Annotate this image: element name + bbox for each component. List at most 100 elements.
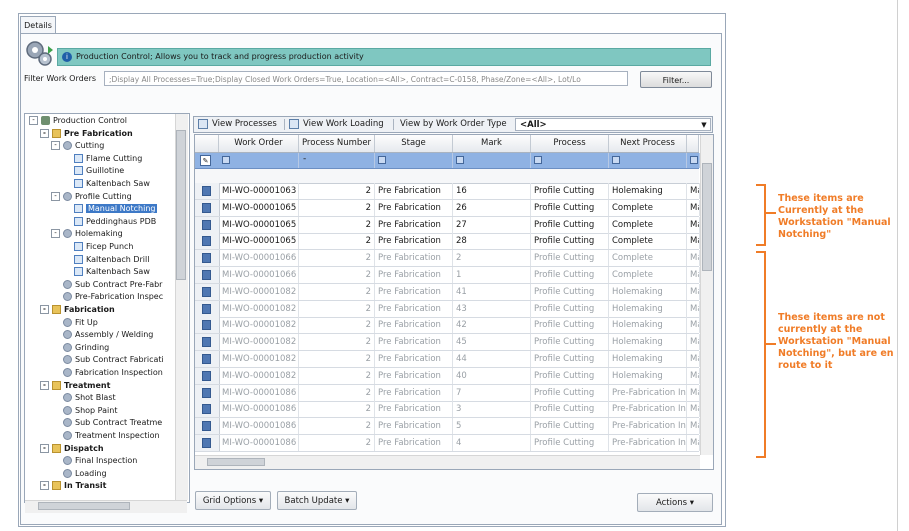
collapse-toggle-icon[interactable]: - [51,229,60,239]
collapse-toggle-icon[interactable]: - [51,191,60,201]
table-row[interactable]: MI-WO-00001066 2 Pre Fabrication 2 Profile C… [195,250,700,268]
collapse-toggle-icon[interactable]: - [29,116,38,125]
tree-node[interactable]: Peddinghaus PDB [62,216,156,228]
tree-node[interactable]: - Profile Cutting [51,191,132,203]
work-order-type-select[interactable]: <All> ▼ [515,118,711,131]
filter-operator-icon[interactable] [534,156,542,164]
tree-node[interactable]: Sub Contract Treatme [51,417,162,429]
collapse-toggle-icon[interactable]: - [40,443,49,453]
column-header[interactable]: Work Order [219,135,299,152]
row-selector[interactable] [195,183,220,199]
tree-scroll-thumb[interactable] [176,130,186,280]
table-row[interactable]: MI-WO-00001082 2 Pre Fabrication 45 Profile … [195,334,700,352]
view-processes-button[interactable]: View Processes [198,117,277,132]
table-row[interactable]: MI-WO-00001086 2 Pre Fabrication 4 Profile C… [195,435,700,452]
grid-hscroll-thumb[interactable] [207,458,265,466]
tree-node[interactable]: - Dispatch [40,443,104,455]
table-row[interactable]: MI-WO-00001082 2 Pre Fabrication 40 Profile … [195,367,700,385]
tree-node[interactable]: Assembly / Welding [51,329,153,341]
tree-node[interactable]: Ficep Punch [62,241,133,253]
actions-button[interactable]: Actions ▾ [637,493,713,512]
tree-node[interactable]: Manual Notching [62,203,158,215]
tree-node[interactable]: - Treatment [40,380,110,392]
tree-node[interactable]: Grinding [51,342,109,354]
row-selector[interactable] [195,418,220,435]
column-filter-cell[interactable] [687,153,700,168]
batch-update-button[interactable]: Batch Update ▾ [277,491,357,510]
row-selector[interactable] [195,435,220,451]
tree-node[interactable]: Shot Blast [51,392,116,404]
tree-node[interactable]: - Holemaking [51,228,123,240]
table-row[interactable]: MI-WO-00001082 2 Pre Fabrication 43 Profile … [195,300,700,318]
tree-node[interactable]: - Pre Fabrication [40,128,133,140]
grid-options-button[interactable]: Grid Options ▾ [195,491,271,510]
column-filter-cell[interactable]: - [299,153,375,168]
tree-node[interactable]: Final Inspection [51,455,137,467]
filter-operator-icon[interactable] [690,156,698,164]
chevron-down-icon[interactable]: ▼ [699,120,709,130]
table-row[interactable]: MI-WO-00001065 2 Pre Fabrication 26 Profile … [195,199,700,217]
table-row[interactable]: MI-WO-00001086 2 Pre Fabrication 3 Profile C… [195,401,700,419]
filter-criteria-field[interactable]: ;Display All Processes=True;Display Clos… [104,71,628,86]
filter-operator-icon[interactable] [612,156,620,164]
filter-operator-icon[interactable] [456,156,464,164]
row-selector[interactable] [195,283,220,300]
column-filter-cell[interactable] [375,153,453,168]
row-selector[interactable] [195,233,220,250]
tree-hscroll-thumb[interactable] [38,502,130,510]
view-work-loading-button[interactable]: View Work Loading [289,117,384,132]
column-filter-cell[interactable] [609,153,687,168]
tree-node[interactable]: Fit Up [51,317,98,329]
row-selector[interactable] [195,199,220,216]
row-selector[interactable] [195,300,220,317]
row-selector[interactable] [195,250,220,267]
tab-details[interactable]: Details [20,16,56,34]
tree-node[interactable]: Flame Cutting [62,153,142,165]
row-selector[interactable] [195,351,220,367]
column-header[interactable]: Stage [375,135,453,152]
tree-node[interactable]: Kaltenbach Saw [62,266,150,278]
filter-operator-icon[interactable] [222,156,230,164]
row-selector[interactable] [195,334,220,351]
grid-filter-row[interactable]: ✎ - [195,153,700,169]
grid-vertical-scrollbar[interactable] [700,135,713,455]
tree-node[interactable]: - Cutting [51,140,104,152]
column-filter-cell[interactable] [219,153,299,168]
table-row[interactable]: MI-WO-00001086 2 Pre Fabrication 7 Profile C… [195,384,700,402]
table-row[interactable]: MI-WO-00001066 2 Pre Fabrication 1 Profile C… [195,267,700,284]
table-row[interactable]: MI-WO-00001086 2 Pre Fabrication 5 Profile C… [195,418,700,436]
tree-node[interactable]: Sub Contract Pre-Fabr [51,279,162,291]
column-header[interactable]: Process [531,135,609,152]
tree-node[interactable]: - Fabrication [40,304,115,316]
row-selector[interactable] [195,267,220,283]
grid-scroll-thumb[interactable] [702,163,712,271]
collapse-toggle-icon[interactable]: - [40,128,49,138]
column-header[interactable]: Next Process [609,135,687,152]
tree-node[interactable]: Shop Paint [51,405,117,417]
production-tree[interactable]: - Production Control - Pre Fabrication - Cutt… [24,113,190,503]
tree-node[interactable]: Loading [51,468,107,480]
tree-node[interactable]: - In Transit [40,480,106,492]
collapse-toggle-icon[interactable]: - [40,305,49,314]
collapse-toggle-icon[interactable]: - [40,380,49,390]
row-selector[interactable] [195,384,220,401]
tree-node[interactable]: Treatment Inspection [51,430,160,442]
row-selector[interactable] [195,401,220,418]
column-header[interactable]: Process Number [299,135,375,152]
tree-node[interactable]: Fabrication Inspection [51,367,163,379]
tree-node[interactable]: Kaltenbach Saw [62,178,150,190]
filter-operator-icon[interactable] [378,156,386,164]
row-selector[interactable] [195,216,220,233]
column-filter-cell[interactable] [531,153,609,168]
table-row[interactable]: MI-WO-00001082 2 Pre Fabrication 44 Profile … [195,351,700,368]
row-selector[interactable] [195,317,220,334]
tree-node[interactable]: - Production Control [29,115,127,127]
tree-node[interactable]: Sub Contract Fabricati [51,354,164,366]
table-row[interactable]: MI-WO-00001082 2 Pre Fabrication 42 Profile … [195,317,700,335]
column-filter-cell[interactable] [453,153,531,168]
table-row[interactable]: MI-WO-00001065 2 Pre Fabrication 27 Profile … [195,216,700,234]
tree-node[interactable]: Pre-Fabrication Inspec [51,291,163,303]
collapse-toggle-icon[interactable]: - [51,141,60,151]
table-row[interactable]: MI-WO-00001065 2 Pre Fabrication 28 Profile … [195,233,700,251]
row-selector[interactable] [195,367,220,384]
